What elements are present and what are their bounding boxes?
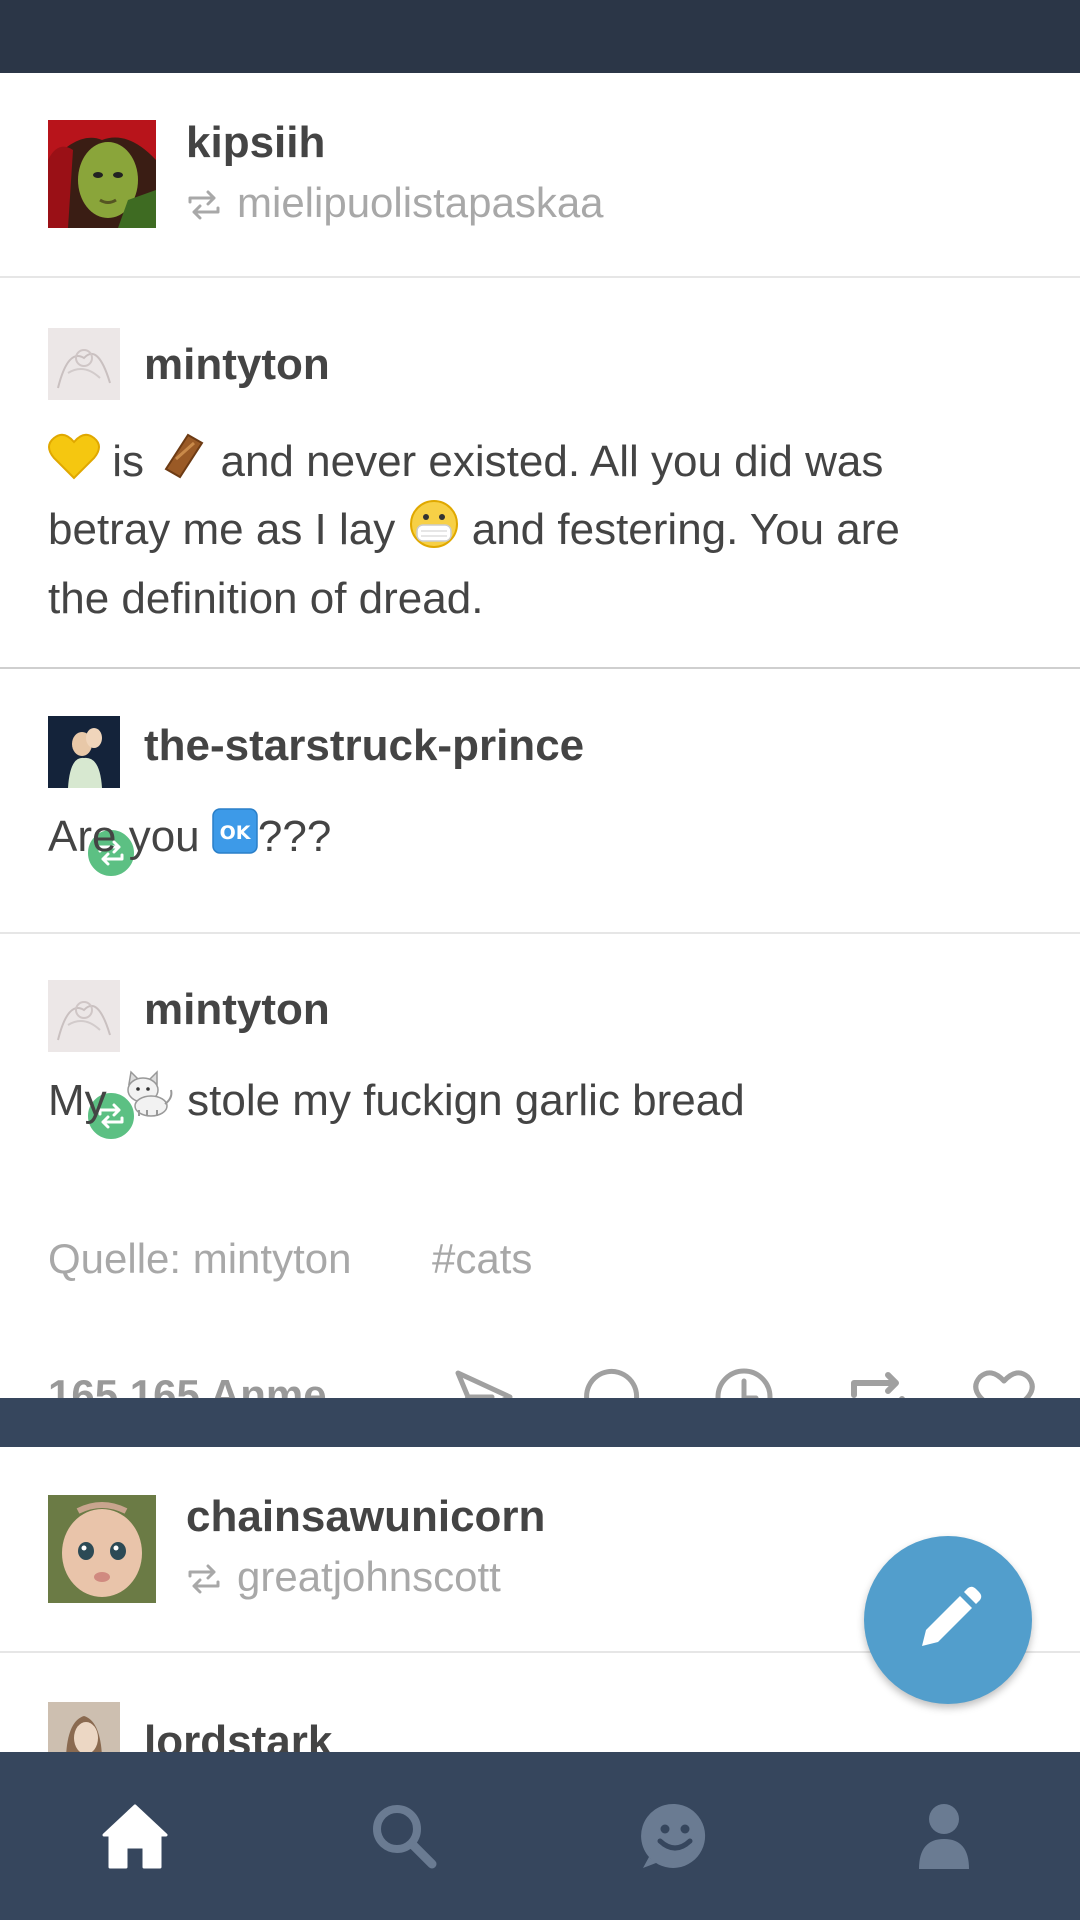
post-text-segment: and festering. You are — [471, 505, 900, 554]
post-text-segment: betray me as I lay — [48, 505, 396, 554]
nav-account[interactable] — [894, 1786, 994, 1886]
divider — [0, 932, 1080, 934]
nav-home[interactable] — [85, 1786, 185, 1886]
reblog-icon[interactable] — [846, 1365, 910, 1398]
post-body-text: My stole my fuckign garlic bread — [48, 1069, 1038, 1137]
dashboard-post-card: kipsiih mielipuolistapaskaa mintyton is … — [0, 73, 1080, 1398]
post-username[interactable]: the-starstruck-prince — [144, 721, 584, 771]
post-body-text: Are you OK??? — [48, 805, 1038, 871]
coffin-icon — [156, 431, 208, 498]
post-body-text: is and never existed. All you did was be… — [48, 430, 1038, 630]
avatar-chainsawunicorn[interactable] — [48, 1495, 156, 1603]
reblog-icon — [188, 1564, 220, 1594]
post-text-segment: stole my fuckign garlic bread — [187, 1076, 745, 1125]
pencil-icon — [922, 1586, 982, 1646]
account-icon — [919, 1804, 969, 1869]
bottom-navigation — [0, 1752, 1080, 1920]
search-icon — [373, 1805, 437, 1869]
reblog-icon — [188, 190, 220, 220]
home-icon — [102, 1804, 168, 1869]
avatar-mintyton[interactable] — [48, 980, 120, 1052]
heart-icon[interactable] — [972, 1365, 1036, 1398]
nav-activity[interactable] — [625, 1786, 725, 1886]
avatar-the-starstruck-prince[interactable] — [48, 716, 120, 788]
nav-search[interactable] — [354, 1786, 454, 1886]
reblogged-from-username[interactable]: greatjohnscott — [237, 1553, 501, 1601]
avatar-kipsiih[interactable] — [48, 120, 156, 228]
post-text-segment: and never existed. All you did was — [220, 437, 884, 486]
post-text-segment: My — [48, 1076, 107, 1125]
post-text-segment: is — [112, 437, 145, 486]
reblogged-from-username[interactable]: mielipuolistapaskaa — [237, 179, 604, 227]
share-icon[interactable] — [452, 1365, 516, 1398]
yellow-heart-icon — [48, 432, 100, 497]
post-username[interactable]: kipsiih — [186, 118, 325, 168]
avatar-mintyton[interactable] — [48, 328, 120, 400]
post-tag[interactable]: #cats — [432, 1235, 532, 1283]
post-text-segment: Are you — [48, 812, 200, 861]
post-username[interactable]: lordstark — [144, 1717, 332, 1752]
divider — [0, 276, 1080, 278]
status-bar — [0, 0, 1080, 73]
post-text-segment: ??? — [257, 812, 332, 861]
post-username[interactable]: mintyton — [144, 985, 330, 1035]
post-notes-count[interactable]: 165.165 Anme... — [48, 1371, 362, 1398]
post-source-link[interactable]: Quelle: mintyton — [48, 1235, 351, 1283]
post-username[interactable]: mintyton — [144, 340, 330, 390]
avatar-lordstark[interactable] — [48, 1702, 120, 1752]
cat-icon — [119, 1070, 175, 1137]
activity-icon — [641, 1803, 706, 1868]
post-username[interactable]: chainsawunicorn — [186, 1492, 545, 1542]
ok-button-icon: OK — [212, 808, 258, 871]
post-text-segment: the definition of dread. — [48, 573, 484, 623]
comment-icon[interactable] — [577, 1365, 641, 1398]
face-with-mask-icon — [408, 498, 460, 567]
svg-text:OK: OK — [219, 822, 251, 844]
queue-icon[interactable] — [712, 1365, 776, 1398]
compose-post-button[interactable] — [864, 1536, 1032, 1704]
divider — [0, 667, 1080, 669]
